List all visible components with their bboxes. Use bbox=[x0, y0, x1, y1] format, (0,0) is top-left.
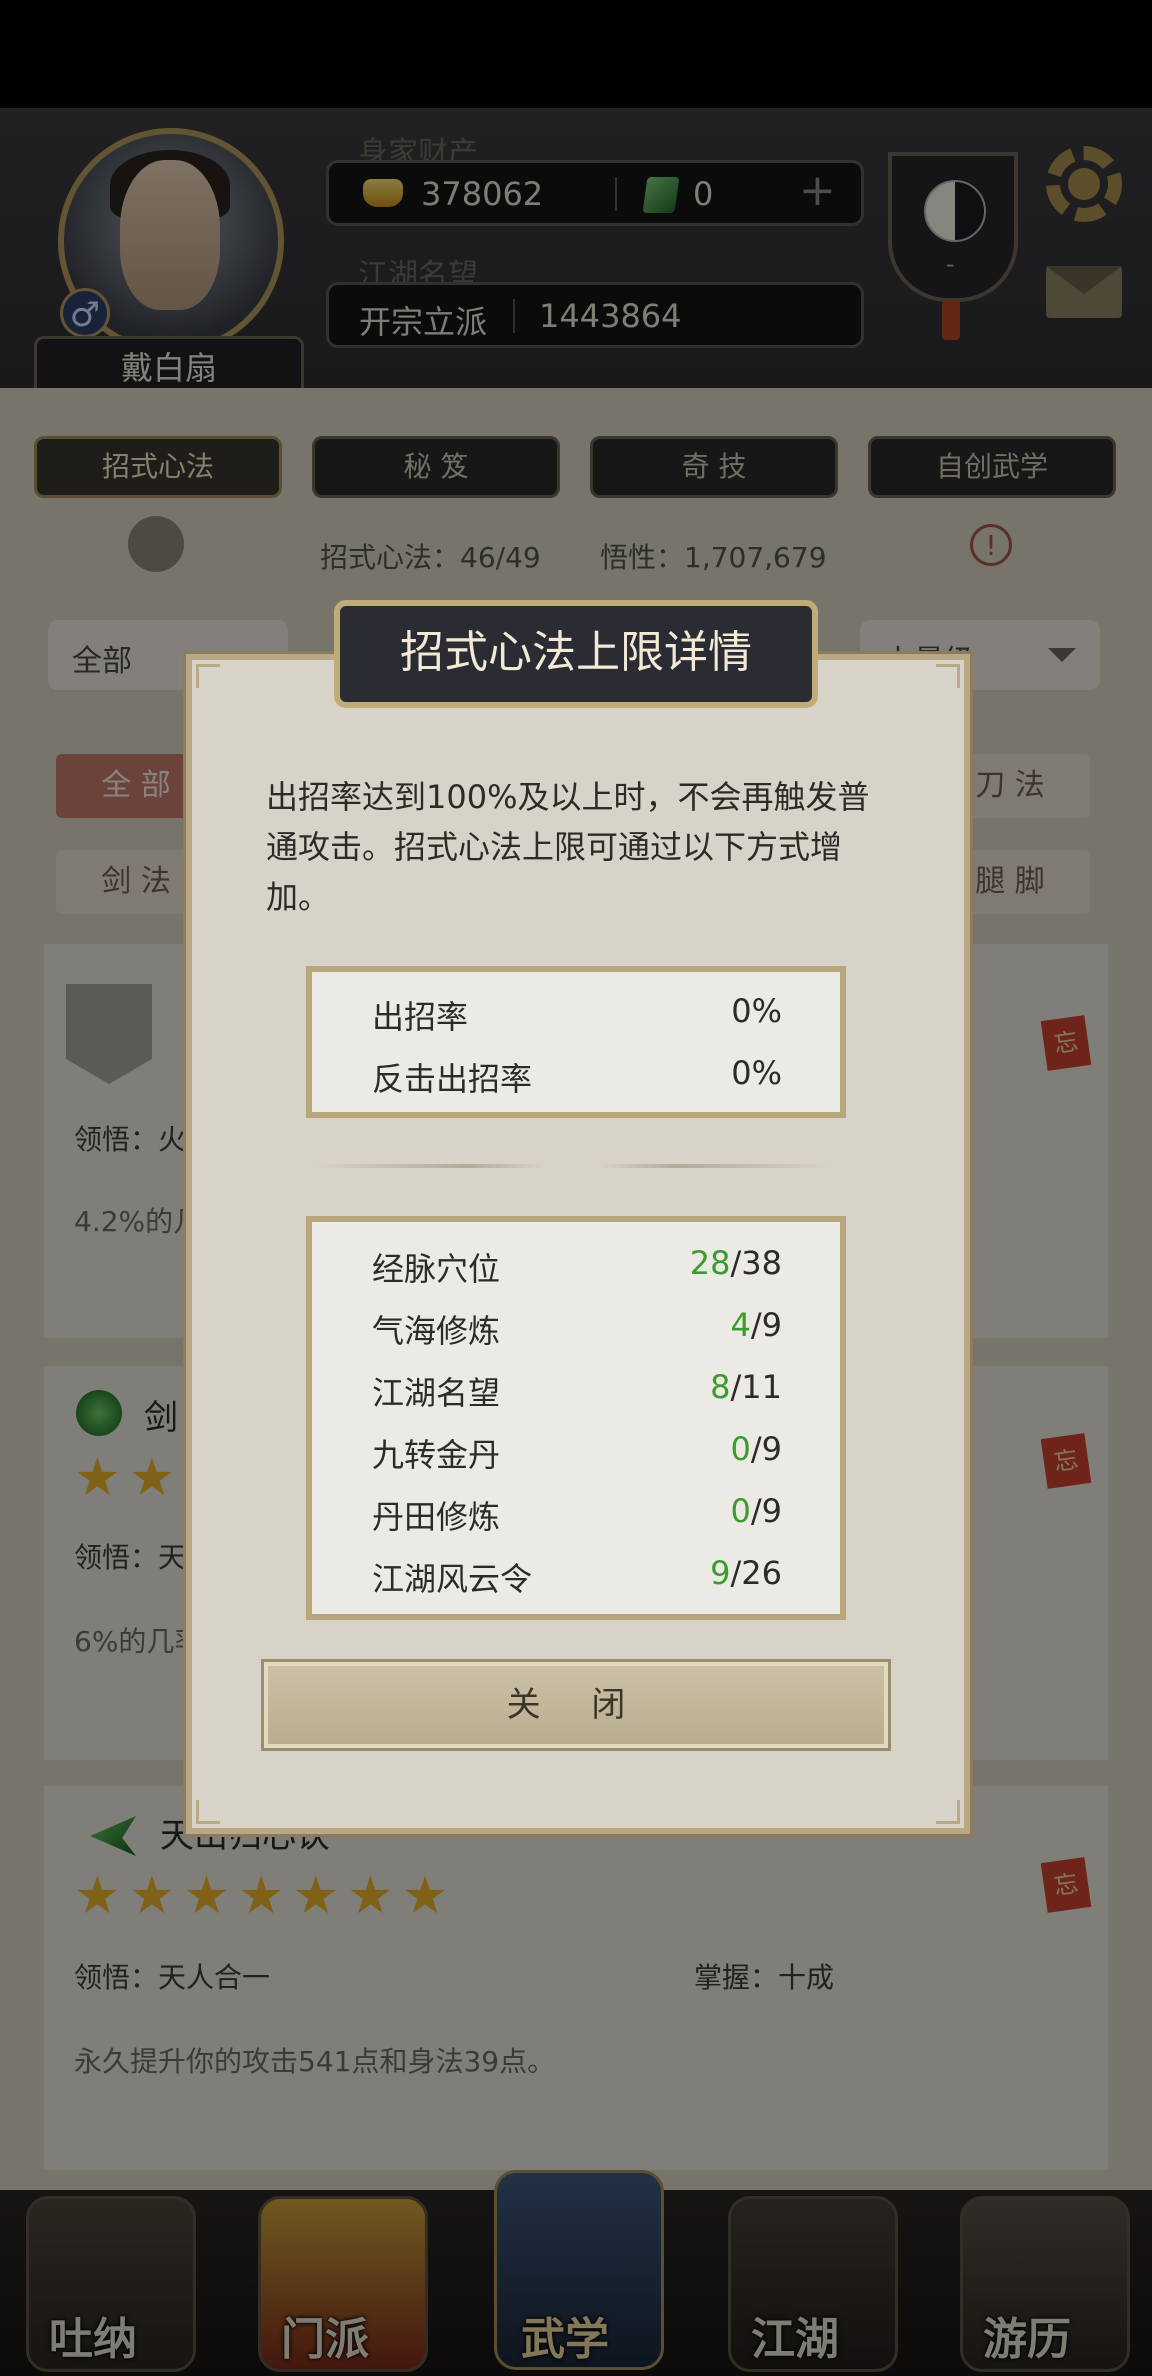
limit-value: 9/26 bbox=[710, 1554, 782, 1592]
rate-row: 反击出招率 0% bbox=[372, 1054, 782, 1116]
limit-row: 气海修炼 4/9 bbox=[372, 1306, 782, 1368]
corner-ornament bbox=[936, 1800, 960, 1824]
corner-ornament bbox=[936, 664, 960, 688]
rate-row: 出招率 0% bbox=[372, 992, 782, 1054]
limit-value: 8/11 bbox=[710, 1368, 782, 1406]
limit-row: 江湖名望 8/11 bbox=[372, 1368, 782, 1430]
ornamental-divider bbox=[312, 1164, 832, 1168]
rate-label: 反击出招率 bbox=[372, 1060, 533, 1098]
rate-value: 0% bbox=[731, 992, 782, 1030]
rate-label: 出招率 bbox=[372, 998, 469, 1036]
limit-label: 江湖名望 bbox=[372, 1374, 501, 1412]
dialog-description: 出招率达到100%及以上时，不会再触发普通攻击。招式心法上限可通过以下方式增加。 bbox=[266, 778, 870, 916]
limit-row: 经脉穴位 28/38 bbox=[372, 1244, 782, 1306]
dialog-title: 招式心法上限详情 bbox=[334, 600, 818, 708]
rate-box: 出招率 0% 反击出招率 0% bbox=[306, 966, 846, 1118]
limit-label: 气海修炼 bbox=[372, 1312, 501, 1350]
limit-row: 丹田修炼 0/9 bbox=[372, 1492, 782, 1554]
limit-value: 0/9 bbox=[730, 1492, 783, 1530]
corner-ornament bbox=[196, 1800, 220, 1824]
rate-value: 0% bbox=[731, 1054, 782, 1092]
limit-label: 丹田修炼 bbox=[372, 1498, 501, 1536]
limit-value: 4/9 bbox=[730, 1306, 783, 1344]
corner-ornament bbox=[196, 664, 220, 688]
status-bar bbox=[0, 0, 1152, 108]
limit-label: 九转金丹 bbox=[372, 1436, 501, 1474]
limit-value: 0/9 bbox=[730, 1430, 783, 1468]
limit-row: 江湖风云令 9/26 bbox=[372, 1554, 782, 1616]
limit-row: 九转金丹 0/9 bbox=[372, 1430, 782, 1492]
close-button[interactable]: 关 闭 bbox=[261, 1659, 891, 1751]
limit-value: 28/38 bbox=[689, 1244, 782, 1282]
limit-label: 江湖风云令 bbox=[372, 1560, 533, 1598]
limit-box: 经脉穴位 28/38 气海修炼 4/9 江湖名望 8/11 九转金丹 0/9 丹… bbox=[306, 1216, 846, 1620]
limit-label: 经脉穴位 bbox=[372, 1250, 501, 1288]
